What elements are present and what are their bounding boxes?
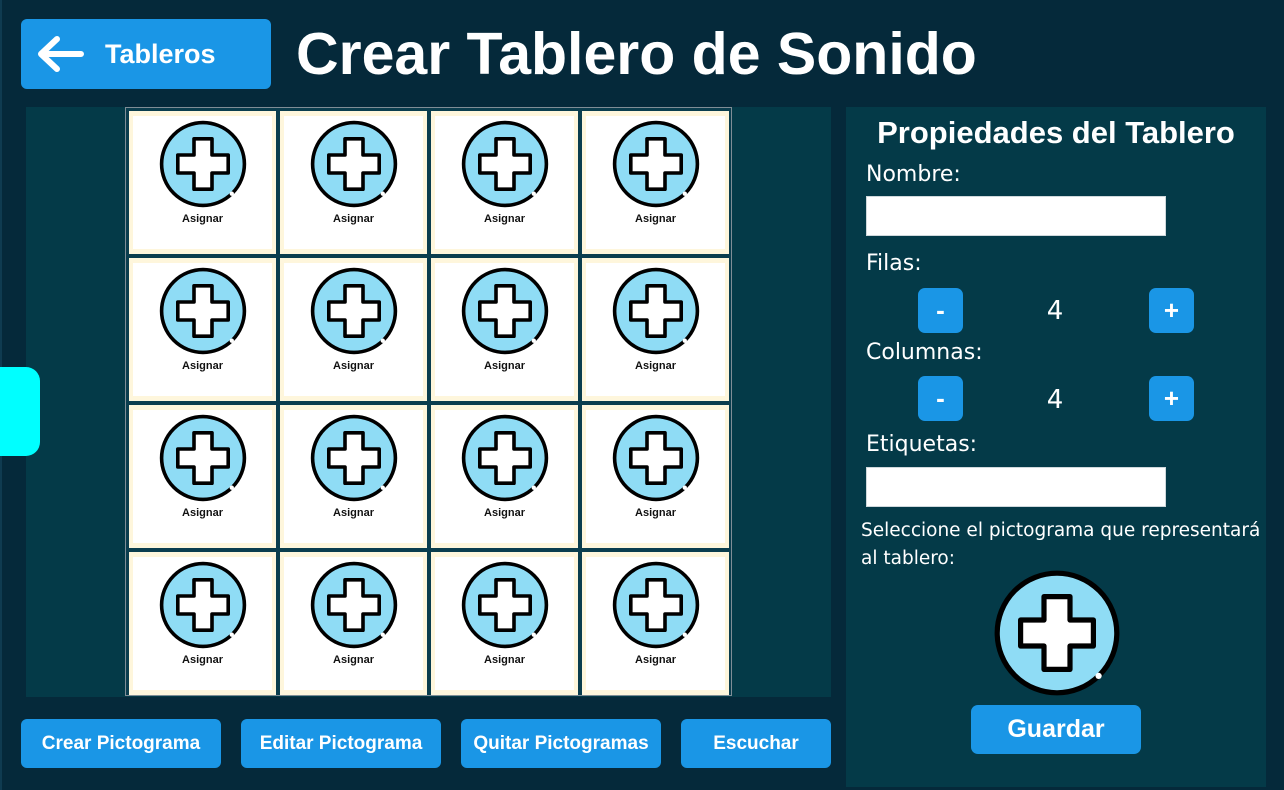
board-cell[interactable]: Asignar <box>582 111 729 254</box>
assign-label: Asignar <box>484 654 525 666</box>
side-panel-tab[interactable] <box>0 367 40 456</box>
board-cell[interactable]: Asignar <box>280 258 427 401</box>
board-cell-content: Asignar <box>586 116 725 249</box>
sound-board-grid: Asignar Asignar Asignar Asignar Asignar Asign… <box>125 107 732 696</box>
add-pictogram-icon <box>310 414 397 502</box>
assign-label: Asignar <box>333 213 374 225</box>
board-cell[interactable]: Asignar <box>129 111 276 254</box>
tags-label: Etiquetas: <box>866 432 978 457</box>
add-pictogram-icon <box>612 561 699 649</box>
assign-label: Asignar <box>333 654 374 666</box>
board-cell-content: Asignar <box>133 116 272 249</box>
columns-increment-button[interactable]: + <box>1149 376 1194 421</box>
board-cell[interactable]: Asignar <box>129 552 276 695</box>
board-cell[interactable]: Asignar <box>582 552 729 695</box>
columns-label: Columnas: <box>866 340 983 365</box>
assign-label: Asignar <box>182 507 223 519</box>
board-cell-content: Asignar <box>586 263 725 396</box>
columns-value: 4 <box>1046 385 1064 415</box>
board-cell[interactable]: Asignar <box>431 405 578 548</box>
board-cell-content: Asignar <box>435 263 574 396</box>
assign-label: Asignar <box>333 360 374 372</box>
board-cell-content: Asignar <box>586 557 725 690</box>
name-label: Nombre: <box>866 162 961 187</box>
panel-title: Propiedades del Tablero <box>877 115 1235 150</box>
page-title: Crear Tablero de Sonido <box>296 21 977 87</box>
board-cell-content: Asignar <box>435 116 574 249</box>
board-cell[interactable]: Asignar <box>280 405 427 548</box>
board-cell[interactable]: Asignar <box>129 405 276 548</box>
arrow-left-icon <box>38 36 84 72</box>
assign-label: Asignar <box>635 507 676 519</box>
assign-label: Asignar <box>182 213 223 225</box>
add-pictogram-icon <box>612 414 699 502</box>
board-cell-content: Asignar <box>133 410 272 543</box>
board-cell-content: Asignar <box>133 557 272 690</box>
board-cell[interactable]: Asignar <box>280 111 427 254</box>
remove-pictograms-button[interactable]: Quitar Pictogramas <box>461 719 661 768</box>
board-cell-content: Asignar <box>586 410 725 543</box>
add-pictogram-icon <box>159 267 246 355</box>
add-pictogram-icon <box>461 267 548 355</box>
board-properties-panel: Propiedades del Tablero Nombre: Filas: -… <box>846 107 1266 787</box>
rows-value: 4 <box>1046 296 1064 326</box>
create-pictogram-button[interactable]: Crear Pictograma <box>21 719 221 768</box>
assign-label: Asignar <box>182 654 223 666</box>
add-pictogram-icon <box>994 570 1120 696</box>
add-pictogram-icon <box>159 120 246 208</box>
board-cell[interactable]: Asignar <box>582 405 729 548</box>
rows-decrement-button[interactable]: - <box>918 288 963 333</box>
add-pictogram-icon <box>310 267 397 355</box>
rows-increment-button[interactable]: + <box>1149 288 1194 333</box>
assign-label: Asignar <box>484 360 525 372</box>
assign-label: Asignar <box>635 360 676 372</box>
pictogram-hint: Seleccione el pictograma que representar… <box>861 520 1261 569</box>
board-cell-content: Asignar <box>133 263 272 396</box>
assign-label: Asignar <box>635 654 676 666</box>
assign-label: Asignar <box>182 360 223 372</box>
board-cell-content: Asignar <box>284 557 423 690</box>
save-button[interactable]: Guardar <box>971 705 1141 754</box>
board-cell[interactable]: Asignar <box>431 258 578 401</box>
tags-input[interactable] <box>866 467 1166 507</box>
name-input[interactable] <box>866 196 1166 236</box>
board-cell-content: Asignar <box>435 557 574 690</box>
board-cell[interactable]: Asignar <box>280 552 427 695</box>
listen-button[interactable]: Escuchar <box>681 719 831 768</box>
board-cell-content: Asignar <box>284 410 423 543</box>
add-pictogram-icon <box>310 561 397 649</box>
board-cell[interactable]: Asignar <box>582 258 729 401</box>
board-cell-content: Asignar <box>284 116 423 249</box>
add-pictogram-icon <box>612 120 699 208</box>
back-button-label: Tableros <box>105 38 216 69</box>
board-cell[interactable]: Asignar <box>129 258 276 401</box>
add-pictogram-icon <box>310 120 397 208</box>
top-strip <box>0 0 1284 16</box>
assign-label: Asignar <box>333 507 374 519</box>
add-pictogram-icon <box>159 414 246 502</box>
edit-pictogram-button[interactable]: Editar Pictograma <box>241 719 441 768</box>
add-pictogram-icon <box>461 120 548 208</box>
assign-label: Asignar <box>635 213 676 225</box>
board-cell-content: Asignar <box>284 263 423 396</box>
columns-decrement-button[interactable]: - <box>918 376 963 421</box>
board-cell[interactable]: Asignar <box>431 111 578 254</box>
add-pictogram-icon <box>612 267 699 355</box>
add-pictogram-icon <box>461 561 548 649</box>
add-pictogram-icon <box>461 414 548 502</box>
assign-label: Asignar <box>484 213 525 225</box>
rows-label: Filas: <box>866 251 922 276</box>
add-pictogram-icon <box>159 561 246 649</box>
back-to-boards-button[interactable]: Tableros <box>21 19 271 89</box>
board-pictogram-selector[interactable] <box>992 568 1122 698</box>
assign-label: Asignar <box>484 507 525 519</box>
board-cell[interactable]: Asignar <box>431 552 578 695</box>
board-cell-content: Asignar <box>435 410 574 543</box>
